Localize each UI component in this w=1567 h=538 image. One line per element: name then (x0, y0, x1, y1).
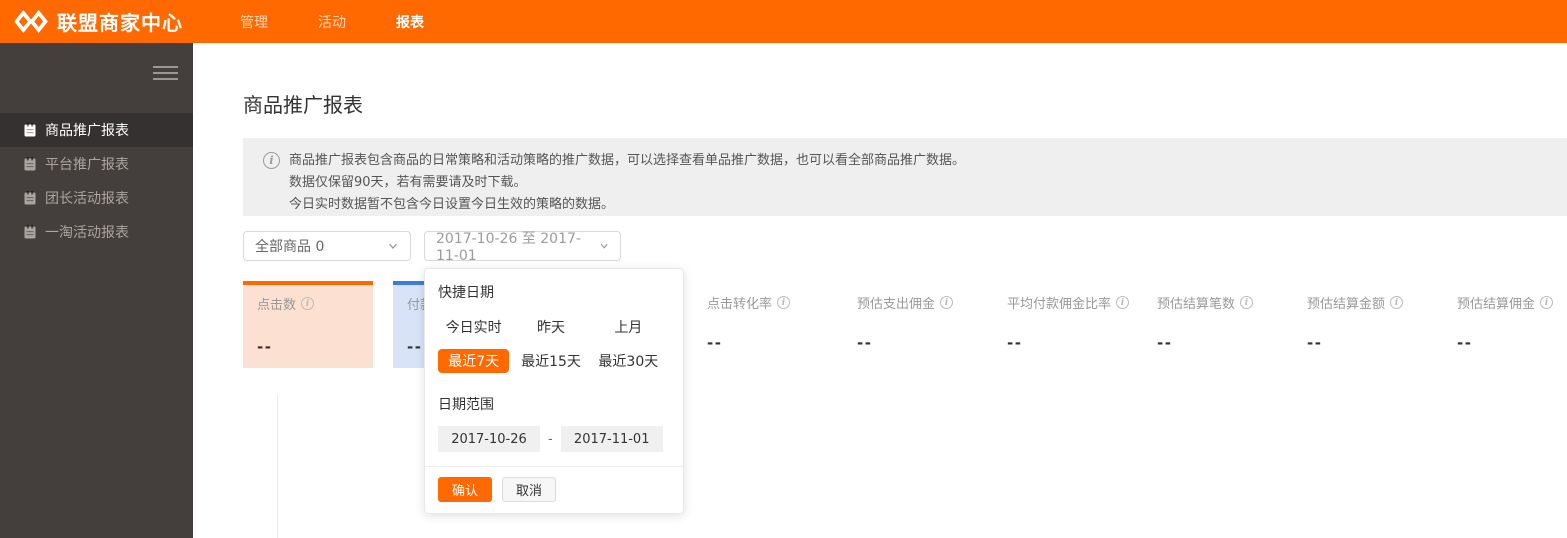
chart-axis-line (277, 395, 278, 538)
info-tooltip-icon[interactable]: i (1240, 296, 1254, 309)
metric-label: 点击数 (257, 298, 297, 313)
metric-click-conversion-rate[interactable]: 点击转化率 i -- (693, 281, 823, 368)
report-icon (24, 191, 36, 205)
date-range-label: 日期范围 (438, 397, 494, 413)
info-tooltip-icon[interactable]: i (777, 296, 791, 309)
metric-value: -- (1457, 334, 1473, 352)
metric-label: 预估结算金额 (1307, 297, 1386, 312)
metric-value: -- (707, 334, 723, 352)
metric-label: 平均付款佣金比率 (1007, 297, 1112, 312)
date-picker-popup: 快捷日期 今日实时 昨天 上月 最近7天 最近15天 最近30天 日期范围 - … (424, 268, 684, 514)
metric-label: 预估支出佣金 (857, 297, 936, 312)
confirm-button[interactable]: 确认 (438, 477, 493, 502)
popup-divider (425, 466, 683, 467)
sidebar-item-etao-activity-report[interactable]: 一淘活动报表 (0, 215, 193, 249)
metric-value: -- (407, 338, 423, 356)
product-select-value: 全部商品 0 (255, 239, 325, 255)
metric-value: -- (257, 338, 273, 356)
metric-estimated-commission-spend[interactable]: 预估支出佣金 i -- (843, 281, 973, 368)
sidebar-item-label: 平台推广报表 (45, 157, 129, 173)
quick-option-today-realtime[interactable]: 今日实时 (438, 315, 509, 339)
notice-text: 商品推广报表包含商品的日常策略和活动策略的推广数据，可以选择查看单品推广数据，也… (289, 150, 965, 216)
main-content: 商品推广报表 i 商品推广报表包含商品的日常策略和活动策略的推广数据，可以选择查… (193, 43, 1567, 538)
metric-avg-payment-commission-rate[interactable]: 平均付款佣金比率 i -- (993, 281, 1130, 368)
metric-estimated-settlement-amount[interactable]: 预估结算金额 i -- (1293, 281, 1423, 368)
metric-estimated-settlement-count[interactable]: 预估结算笔数 i -- (1143, 281, 1273, 368)
date-range-select[interactable]: 2017-10-26 至 2017-11-01 (424, 231, 621, 264)
notice-box: i 商品推广报表包含商品的日常策略和活动策略的推广数据，可以选择查看单品推广数据… (243, 138, 1567, 216)
notice-line: 商品推广报表包含商品的日常策略和活动策略的推广数据，可以选择查看单品推广数据，也… (289, 153, 966, 168)
nav-item-manage[interactable]: 管理 (240, 12, 268, 32)
top-nav: 管理 活动 报表 (240, 0, 424, 43)
quick-dates-label: 快捷日期 (438, 285, 494, 301)
metric-label: 点击转化率 (707, 297, 773, 312)
report-icon (24, 157, 36, 171)
sidebar-item-product-report[interactable]: 商品推广报表 (0, 113, 193, 147)
sidebar-item-label: 一淘活动报表 (45, 225, 129, 241)
quick-option-last-30-days[interactable]: 最近30天 (593, 349, 664, 373)
info-icon: i (263, 152, 280, 169)
metric-value: -- (1007, 334, 1023, 352)
metric-label: 预估结算笔数 (1157, 297, 1236, 312)
info-tooltip-icon[interactable]: i (301, 297, 315, 310)
quick-option-last-month[interactable]: 上月 (593, 315, 664, 339)
metric-label: 预估结算佣金 (1457, 297, 1536, 312)
report-icon (24, 225, 36, 239)
info-tooltip-icon[interactable]: i (940, 296, 954, 309)
date-range-select-value: 2017-10-26 至 2017-11-01 (436, 231, 581, 264)
sidebar-item-label: 商品推广报表 (45, 123, 129, 139)
quick-option-yesterday[interactable]: 昨天 (515, 315, 586, 339)
metric-value: -- (1157, 334, 1173, 352)
brand-title: 联盟商家中心 (57, 11, 183, 35)
metric-value: -- (1307, 334, 1323, 352)
info-tooltip-icon[interactable]: i (1540, 296, 1554, 309)
sidebar-item-platform-report[interactable]: 平台推广报表 (0, 147, 193, 181)
sidebar-item-label: 团长活动报表 (45, 191, 129, 207)
infinity-logo-icon (14, 10, 48, 33)
notice-line: 数据仅保留90天，若有需要请及时下载。 (289, 175, 527, 190)
hamburger-menu-icon[interactable] (153, 62, 178, 84)
app-header: 联盟商家中心 管理 活动 报表 (0, 0, 1567, 43)
sidebar: 商品推广报表 平台推广报表 团长活动报表 一淘活动报表 (0, 43, 193, 538)
metric-value: -- (857, 334, 873, 352)
start-date-input[interactable] (438, 426, 540, 452)
nav-item-activity[interactable]: 活动 (318, 12, 346, 32)
page-title: 商品推广报表 (243, 93, 363, 117)
end-date-input[interactable] (560, 426, 663, 452)
info-tooltip-icon[interactable]: i (1390, 296, 1404, 309)
notice-line: 今日实时数据暂不包含今日设置今日生效的策略的数据。 (289, 197, 615, 212)
chevron-down-icon (600, 243, 608, 249)
filter-bar: 全部商品 0 2017-10-26 至 2017-11-01 (243, 231, 621, 264)
product-select[interactable]: 全部商品 0 (243, 231, 411, 261)
quick-option-last-15-days[interactable]: 最近15天 (515, 349, 586, 373)
metric-card-clicks[interactable]: 点击数 i -- (243, 281, 373, 368)
info-tooltip-icon[interactable]: i (1116, 296, 1130, 309)
sidebar-item-leader-activity-report[interactable]: 团长活动报表 (0, 181, 193, 215)
date-separator: - (548, 431, 553, 447)
sidebar-menu: 商品推广报表 平台推广报表 团长活动报表 一淘活动报表 (0, 113, 193, 249)
quick-option-last-7-days[interactable]: 最近7天 (438, 349, 510, 373)
chevron-down-icon (389, 243, 397, 249)
nav-item-reports[interactable]: 报表 (396, 12, 424, 32)
metric-estimated-settlement-commission[interactable]: 预估结算佣金 i -- (1443, 281, 1567, 368)
brand-logo[interactable]: 联盟商家中心 (14, 7, 183, 36)
report-icon (24, 123, 36, 137)
cancel-button[interactable]: 取消 (502, 477, 557, 502)
